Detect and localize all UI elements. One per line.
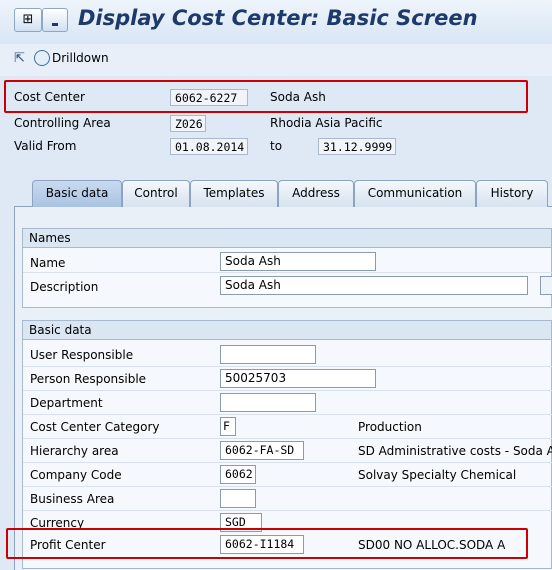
user-responsible-field[interactable] bbox=[220, 345, 316, 364]
profit-center-field[interactable]: 6062-I1184 bbox=[220, 535, 304, 554]
description-field[interactable]: Soda Ash bbox=[220, 276, 528, 295]
profit-center-label: Profit Center bbox=[30, 538, 106, 552]
name-field[interactable]: Soda Ash bbox=[220, 252, 376, 271]
system-menu-icon[interactable] bbox=[42, 8, 68, 32]
other-cost-center-icon[interactable]: ⇱ bbox=[14, 52, 28, 66]
cost-center-field[interactable]: 6062-6227 bbox=[170, 89, 248, 106]
valid-to-field[interactable]: 31.12.9999 bbox=[318, 138, 396, 155]
drilldown-icon bbox=[34, 50, 50, 66]
person-responsible-field[interactable]: 50025703 bbox=[220, 369, 376, 388]
row-divider bbox=[23, 390, 552, 391]
cost-center-label: Cost Center bbox=[14, 90, 85, 104]
department-field[interactable] bbox=[220, 393, 316, 412]
description-label: Description bbox=[30, 280, 99, 294]
drilldown-label: Drilldown bbox=[52, 51, 109, 65]
tab-basic-data[interactable]: Basic data bbox=[32, 180, 122, 207]
row-divider bbox=[23, 366, 552, 367]
hierarchy-area-field[interactable]: 6062-FA-SD bbox=[220, 441, 304, 460]
user-responsible-label: User Responsible bbox=[30, 348, 134, 362]
basic-data-group-title: Basic data bbox=[22, 320, 552, 340]
row-divider bbox=[23, 272, 552, 273]
name-label: Name bbox=[30, 256, 66, 270]
person-responsible-label: Person Responsible bbox=[30, 372, 147, 386]
tab-history[interactable]: History bbox=[476, 180, 548, 207]
valid-from-label: Valid From bbox=[14, 139, 77, 153]
company-code-text: Solvay Specialty Chemical bbox=[358, 468, 517, 482]
row-divider bbox=[23, 486, 552, 487]
business-area-label: Business Area bbox=[30, 492, 115, 506]
tab-templates[interactable]: Templates bbox=[190, 180, 278, 207]
drilldown-button[interactable]: Drilldown bbox=[34, 50, 109, 68]
row-divider bbox=[23, 414, 552, 415]
tab-control[interactable]: Control bbox=[122, 180, 190, 207]
company-code-field[interactable]: 6062 bbox=[220, 465, 256, 484]
app-menu-icon[interactable]: ⊞ bbox=[14, 8, 42, 32]
tab-address[interactable]: Address bbox=[278, 180, 354, 207]
long-text-icon[interactable] bbox=[540, 276, 552, 295]
cost-center-category-text: Production bbox=[358, 420, 422, 434]
controlling-area-name: Rhodia Asia Pacific bbox=[270, 116, 383, 130]
controlling-area-field[interactable]: Z026 bbox=[170, 115, 206, 132]
tab-communication[interactable]: Communication bbox=[354, 180, 476, 207]
cost-center-name: Soda Ash bbox=[270, 90, 326, 104]
row-divider bbox=[23, 462, 552, 463]
valid-from-field[interactable]: 01.08.2014 bbox=[170, 138, 248, 155]
business-area-field[interactable] bbox=[220, 489, 256, 508]
names-group-title: Names bbox=[22, 228, 552, 248]
profit-center-text: SD00 NO ALLOC.SODA A bbox=[358, 538, 506, 552]
hierarchy-area-label: Hierarchy area bbox=[30, 444, 119, 458]
controlling-area-label: Controlling Area bbox=[14, 116, 111, 130]
cost-center-category-label: Cost Center Category bbox=[30, 420, 160, 434]
to-label: to bbox=[270, 139, 283, 153]
row-divider bbox=[23, 510, 552, 511]
page-title: Display Cost Center: Basic Screen bbox=[78, 6, 478, 30]
company-code-label: Company Code bbox=[30, 468, 122, 482]
row-divider bbox=[23, 438, 552, 439]
cost-center-category-field[interactable]: F bbox=[220, 417, 236, 436]
department-label: Department bbox=[30, 396, 103, 410]
hierarchy-area-text: SD Administrative costs - Soda As bbox=[358, 444, 552, 458]
